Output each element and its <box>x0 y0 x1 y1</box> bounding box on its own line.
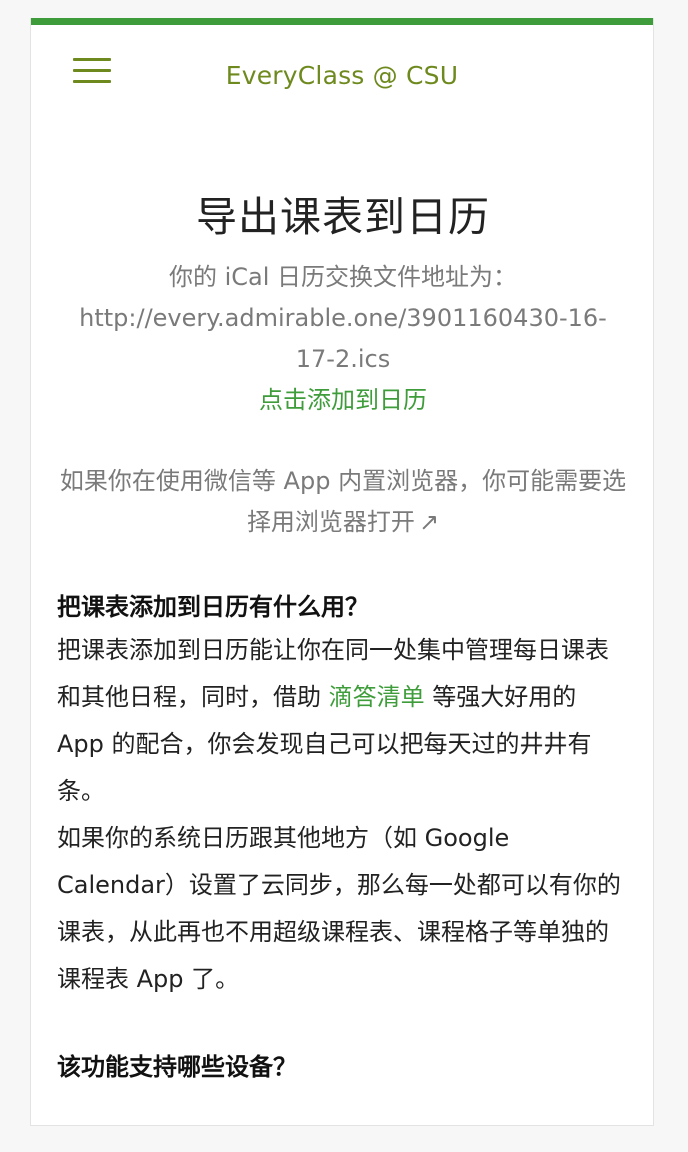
navbar: EveryClass @ CSU <box>31 25 653 125</box>
faq-answer-usage: 把课表添加到日历能让你在同一处集中管理每日课表和其他日程，同时，借助 滴答清单 … <box>57 627 629 815</box>
faq-section-usage: 把课表添加到日历有什么用？ 把课表添加到日历能让你在同一处集中管理每日课表和其他… <box>57 587 629 1003</box>
page-title: 导出课表到日历 <box>196 193 490 241</box>
browser-note-text: 如果你在使用微信等 App 内置浏览器，你可能需要选择用浏览器打开 <box>59 467 627 536</box>
faq-question-devices: 该功能支持哪些设备？ <box>57 1053 297 1081</box>
faq-section-devices: 该功能支持哪些设备？ <box>57 1047 629 1087</box>
page: EveryClass @ CSU 导出课表到日历 你的 iCal 日历交换文件地… <box>0 0 688 1152</box>
faq-answer-sync: 如果你的系统日历跟其他地方（如 Google Calendar）设置了云同步，那… <box>57 824 621 993</box>
content: 导出课表到日历 你的 iCal 日历交换文件地址为： http://every.… <box>57 183 629 1087</box>
main-card: EveryClass @ CSU 导出课表到日历 你的 iCal 日历交换文件地… <box>30 18 654 1126</box>
browser-note: 如果你在使用微信等 App 内置浏览器，你可能需要选择用浏览器打开 ↗ <box>57 461 629 543</box>
external-arrow-icon: ↗ <box>418 508 440 536</box>
brand-title[interactable]: EveryClass @ CSU <box>31 61 653 90</box>
accent-bar <box>31 18 653 25</box>
ticktick-link[interactable]: 滴答清单 <box>329 683 425 711</box>
ical-url: http://every.admirable.one/3901160430-16… <box>79 304 607 373</box>
faq-question-usage: 把课表添加到日历有什么用？ <box>57 593 369 621</box>
ical-address-label: 你的 iCal 日历交换文件地址为： <box>168 263 518 291</box>
ical-address-block: 你的 iCal 日历交换文件地址为： http://every.admirabl… <box>57 257 629 421</box>
add-to-calendar-link[interactable]: 点击添加到日历 <box>57 380 629 421</box>
